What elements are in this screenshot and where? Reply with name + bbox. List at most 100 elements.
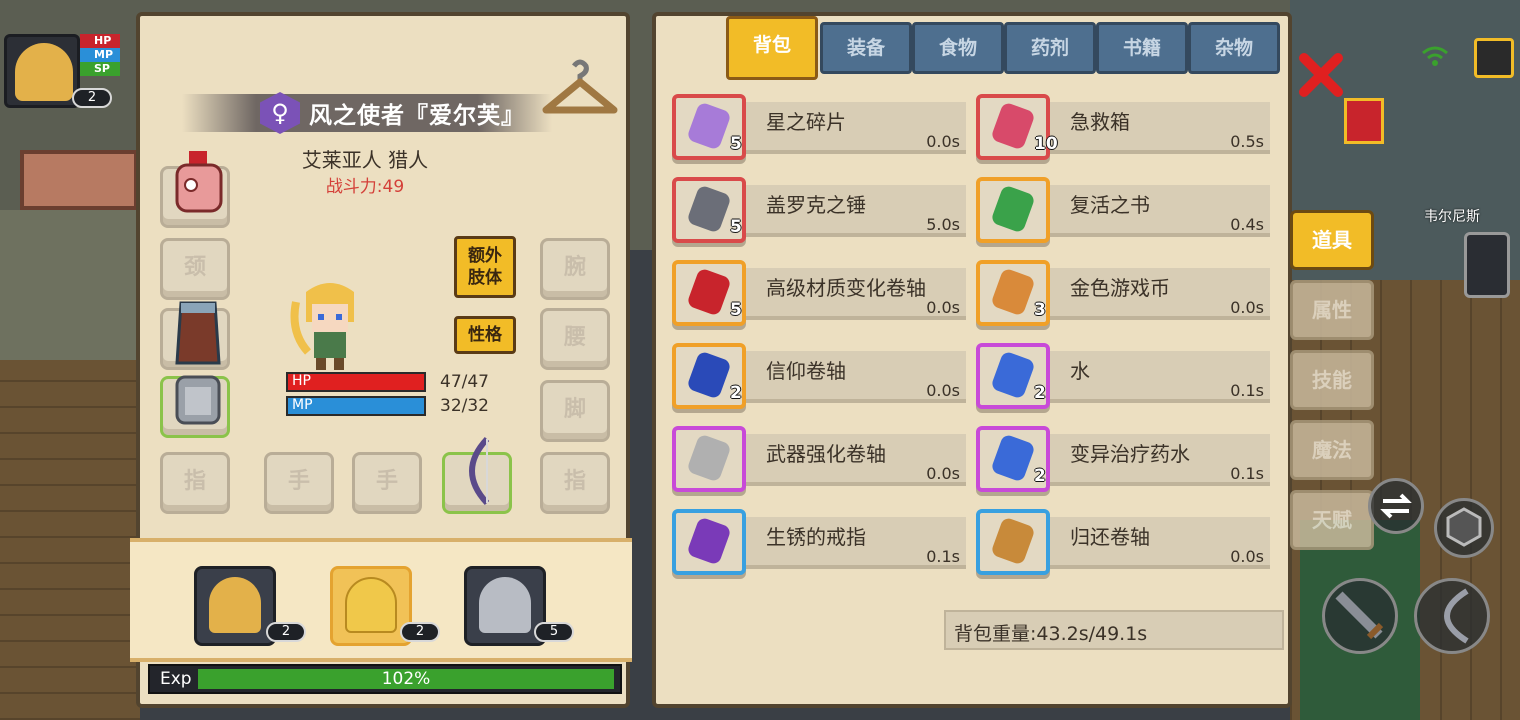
item-quantity: 10 — [1034, 134, 1058, 154]
side-tab-talent[interactable]: 天赋 — [1290, 490, 1374, 550]
bow-attack-icon[interactable] — [1414, 578, 1490, 654]
sword-attack-icon[interactable] — [1322, 578, 1398, 654]
wrist-slot-label: 腕 — [563, 255, 586, 280]
race-class: 艾莱亚人 猎人 — [301, 148, 429, 172]
item-name: 高级材质变化卷轴 — [766, 276, 926, 300]
party-member-1[interactable] — [194, 566, 276, 646]
mini-mp-label: MP — [80, 48, 120, 62]
inventory-item[interactable]: 2 变异治疗药水 0.1s — [976, 426, 1272, 492]
tab-misc[interactable]: 杂物 — [1188, 22, 1280, 74]
map-toggle-icon[interactable] — [1474, 38, 1514, 78]
hand-left-label: 手 — [287, 469, 310, 494]
item-name: 生锈的戒指 — [766, 525, 866, 549]
inventory-item[interactable]: 生锈的戒指 0.1s — [672, 509, 968, 575]
portrait-face — [15, 43, 73, 101]
side-tab-items[interactable]: 道具 — [1290, 210, 1374, 270]
npc-name: 韦尔尼斯 — [1424, 209, 1480, 225]
inventory-item[interactable]: 10 急救箱 0.5s — [976, 94, 1272, 160]
item-name: 变异治疗药水 — [1070, 442, 1190, 466]
item-name: 信仰卷轴 — [766, 359, 846, 383]
tab-potions[interactable]: 药剂 — [1004, 22, 1096, 74]
inventory-item[interactable]: 3 金色游戏币 0.0s — [976, 260, 1272, 326]
mini-sp-label: SP — [80, 62, 120, 76]
hand-slot-left[interactable]: 手 — [264, 452, 334, 514]
party-bar: 2 2 5 — [130, 538, 632, 662]
side-tab-attributes[interactable]: 属性 — [1290, 280, 1374, 340]
hand-slot-right[interactable]: 手 — [352, 452, 422, 514]
item-name: 复活之书 — [1070, 193, 1150, 217]
party-member-3-level: 5 — [534, 622, 574, 642]
tab-backpack[interactable]: 背包 — [726, 16, 818, 80]
item-quantity: 5 — [730, 217, 742, 237]
wrist-slot[interactable]: 腕 — [540, 238, 610, 300]
inventory-item[interactable]: 5 盖罗克之锤 5.0s — [672, 177, 968, 243]
close-icon[interactable] — [1296, 50, 1346, 100]
item-quantity: 2 — [1034, 466, 1046, 486]
skill-icon[interactable] — [1434, 498, 1494, 558]
item-weight: 0.1s — [1230, 464, 1264, 483]
neck-slot-label: 颈 — [183, 255, 206, 280]
mp-label: MP — [292, 397, 313, 413]
item-name: 归还卷轴 — [1070, 525, 1150, 549]
item-icon — [976, 509, 1050, 575]
item-weight: 0.0s — [926, 464, 960, 483]
item-weight: 0.1s — [926, 547, 960, 566]
finger-left-label: 指 — [183, 469, 206, 494]
finger-slot-right[interactable]: 指 — [540, 452, 610, 514]
side-tab-magic[interactable]: 魔法 — [1290, 420, 1374, 480]
item-name: 急救箱 — [1070, 110, 1130, 134]
inventory-item[interactable]: 武器强化卷轴 0.0s — [672, 426, 968, 492]
helmet-icon — [175, 151, 223, 213]
item-name: 水 — [1070, 359, 1090, 383]
body-slot[interactable] — [160, 375, 230, 438]
item-name: 武器强化卷轴 — [766, 442, 886, 466]
inventory-item[interactable]: 归还卷轴 0.0s — [976, 509, 1272, 575]
hanger-icon[interactable] — [540, 56, 620, 122]
item-quantity: 3 — [1034, 300, 1046, 320]
item-weight: 0.0s — [1230, 298, 1264, 317]
party-member-2-level: 2 — [400, 622, 440, 642]
phone-icon[interactable] — [1464, 232, 1510, 298]
finger-slot-left[interactable]: 指 — [160, 452, 230, 514]
extra-limb-button[interactable]: 额外肢体 — [454, 236, 516, 298]
inventory-item[interactable]: 5 星之碎片 0.0s — [672, 94, 968, 160]
tab-food[interactable]: 食物 — [912, 22, 1004, 74]
item-weight: 0.0s — [926, 132, 960, 151]
inventory-panel: 背包 装备 食物 药剂 书籍 杂物 5 星之碎片 0.0s 10 急救箱 0.5s 5 盖罗克… — [652, 12, 1292, 708]
exp-label: Exp — [160, 669, 192, 689]
head-slot[interactable] — [160, 151, 230, 228]
exp-bar: Exp 102% — [148, 664, 622, 694]
exp-percent: 102% — [381, 669, 431, 689]
item-name: 盖罗克之锤 — [766, 193, 866, 217]
hp-bar: HP — [286, 372, 426, 392]
weapon-slot[interactable] — [442, 436, 512, 514]
tab-equipment[interactable]: 装备 — [820, 22, 912, 74]
item-weight: 0.1s — [1230, 381, 1264, 400]
item-name: 金色游戏币 — [1070, 276, 1170, 300]
inventory-item[interactable]: 2 信仰卷轴 0.0s — [672, 343, 968, 409]
party-member-1-level: 2 — [266, 622, 306, 642]
item-name: 星之碎片 — [766, 110, 846, 134]
inventory-item[interactable]: 2 水 0.1s — [976, 343, 1272, 409]
foot-slot[interactable]: 脚 — [540, 380, 610, 442]
back-slot[interactable] — [160, 301, 230, 370]
mini-stat-bars: HP MP SP — [80, 34, 120, 76]
hero-sprite — [290, 283, 354, 370]
neck-slot[interactable]: 颈 — [160, 238, 230, 300]
tab-books[interactable]: 书籍 — [1096, 22, 1188, 74]
gift-icon[interactable] — [1344, 98, 1384, 144]
armor-icon — [175, 375, 221, 425]
waist-slot[interactable]: 腰 — [540, 308, 610, 370]
cloak-icon — [175, 301, 221, 365]
side-tab-skills[interactable]: 技能 — [1290, 350, 1374, 410]
combat-power: 战斗力:49 — [325, 177, 405, 197]
inventory-item[interactable]: 5 高级材质变化卷轴 0.0s — [672, 260, 968, 326]
player-portrait[interactable] — [4, 34, 80, 108]
personality-button[interactable]: 性格 — [454, 316, 516, 354]
finger-right-label: 指 — [563, 469, 586, 494]
mp-value: 32/32 — [440, 396, 489, 416]
inventory-item[interactable]: 复活之书 0.4s — [976, 177, 1272, 243]
extra-limb-label: 额外肢体 — [468, 246, 502, 288]
swap-icon[interactable] — [1368, 478, 1424, 534]
item-weight: 0.5s — [1230, 132, 1264, 151]
